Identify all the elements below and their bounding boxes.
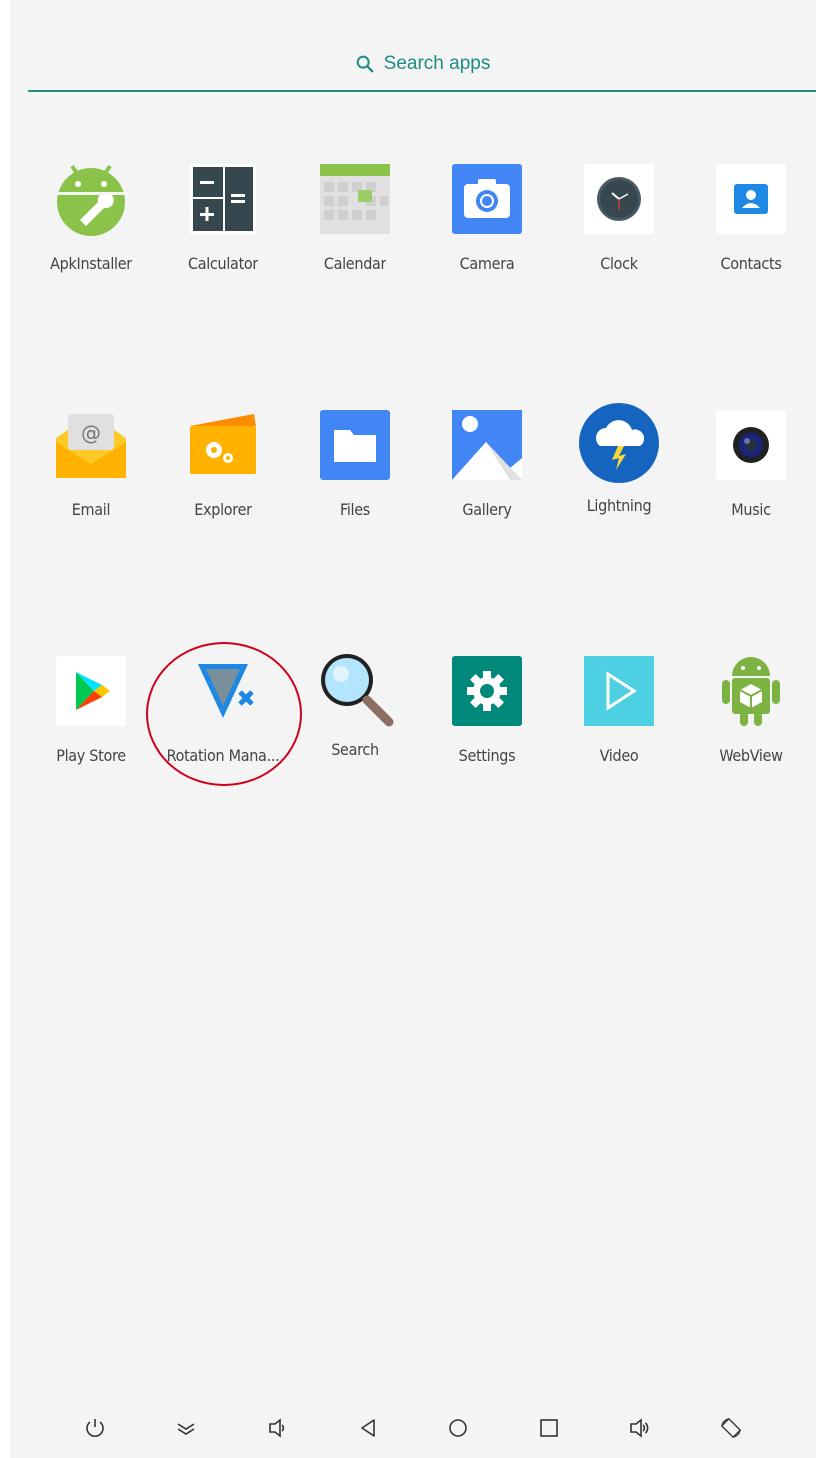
power-button[interactable]: [75, 1408, 115, 1448]
home-button[interactable]: [438, 1408, 478, 1448]
recents-icon: [540, 1419, 558, 1437]
navigation-bar: [10, 1398, 816, 1458]
collapse-icon: [177, 1423, 195, 1435]
volume-up-button[interactable]: [620, 1408, 660, 1448]
app-clock[interactable]: Clock: [554, 162, 684, 292]
svg-text:@: @: [81, 421, 101, 445]
settings-icon: [450, 654, 524, 728]
collapse-button[interactable]: [166, 1408, 206, 1448]
contacts-icon: [714, 162, 788, 236]
app-label: Play Store: [56, 746, 126, 765]
video-icon: [582, 654, 656, 728]
app-explorer[interactable]: Explorer: [158, 408, 288, 538]
power-icon: [86, 1419, 105, 1437]
app-label: Explorer: [194, 500, 252, 519]
rotate-button[interactable]: [711, 1408, 751, 1448]
lightning-icon: [578, 402, 660, 484]
app-label: Calculator: [187, 254, 259, 273]
app-label: Rotation Mana...: [166, 746, 280, 765]
music-icon: [714, 408, 788, 482]
app-settings[interactable]: Settings: [422, 654, 552, 784]
search-magnifier-icon: [315, 648, 395, 728]
app-gallery[interactable]: Gallery: [422, 408, 552, 538]
app-label: Contacts: [720, 254, 782, 273]
back-button[interactable]: [348, 1408, 388, 1448]
app-play-store[interactable]: Play Store: [26, 654, 156, 784]
app-files[interactable]: Files: [290, 408, 420, 538]
app-calculator[interactable]: Calculator: [158, 162, 288, 292]
volume-down-icon: [269, 1418, 284, 1438]
app-music[interactable]: Music: [686, 408, 816, 538]
app-lightning[interactable]: Lightning: [554, 402, 684, 532]
app-webview[interactable]: WebView: [686, 654, 816, 784]
recents-button[interactable]: [529, 1408, 569, 1448]
files-icon: [318, 408, 392, 482]
rotation-manager-icon: [186, 654, 260, 728]
email-icon: @: [54, 408, 128, 482]
app-label: Camera: [459, 254, 515, 273]
app-label: Email: [71, 500, 111, 519]
search-icon: [356, 55, 374, 73]
calculator-icon: [186, 162, 260, 236]
search-apps-bar[interactable]: Search apps: [28, 38, 816, 92]
gallery-icon: [450, 408, 524, 482]
explorer-icon: [186, 408, 260, 482]
apk-installer-icon: [54, 162, 128, 236]
app-label: Lightning: [586, 496, 652, 515]
app-label: Gallery: [462, 500, 512, 519]
volume-up-icon: [630, 1418, 649, 1438]
app-email[interactable]: @ Email: [26, 408, 156, 538]
app-label: Search: [331, 740, 379, 759]
volume-down-button[interactable]: [257, 1408, 297, 1448]
app-label: Settings: [458, 746, 516, 765]
camera-icon: [450, 162, 524, 236]
calendar-icon: [318, 162, 392, 236]
app-calendar[interactable]: Calendar: [290, 162, 420, 292]
app-label: Music: [731, 500, 771, 519]
app-rotation-manager[interactable]: Rotation Mana...: [158, 654, 288, 784]
app-label: WebView: [719, 746, 783, 765]
app-label: Calendar: [323, 254, 387, 273]
app-apkinstaller[interactable]: ApkInstaller: [26, 162, 156, 292]
play-store-icon: [54, 654, 128, 728]
search-apps-label: Search apps: [383, 53, 491, 74]
app-label: Video: [599, 746, 639, 765]
app-camera[interactable]: Camera: [422, 162, 552, 292]
app-label: Files: [340, 500, 370, 519]
back-icon: [360, 1419, 375, 1437]
app-video[interactable]: Video: [554, 654, 684, 784]
app-contacts[interactable]: Contacts: [686, 162, 816, 292]
clock-icon: [582, 162, 656, 236]
webview-icon: [714, 654, 788, 728]
app-label: Clock: [600, 254, 638, 273]
app-label: ApkInstaller: [50, 254, 132, 273]
home-icon: [449, 1419, 468, 1437]
app-search[interactable]: Search: [290, 648, 420, 778]
rotate-icon: [720, 1417, 741, 1439]
